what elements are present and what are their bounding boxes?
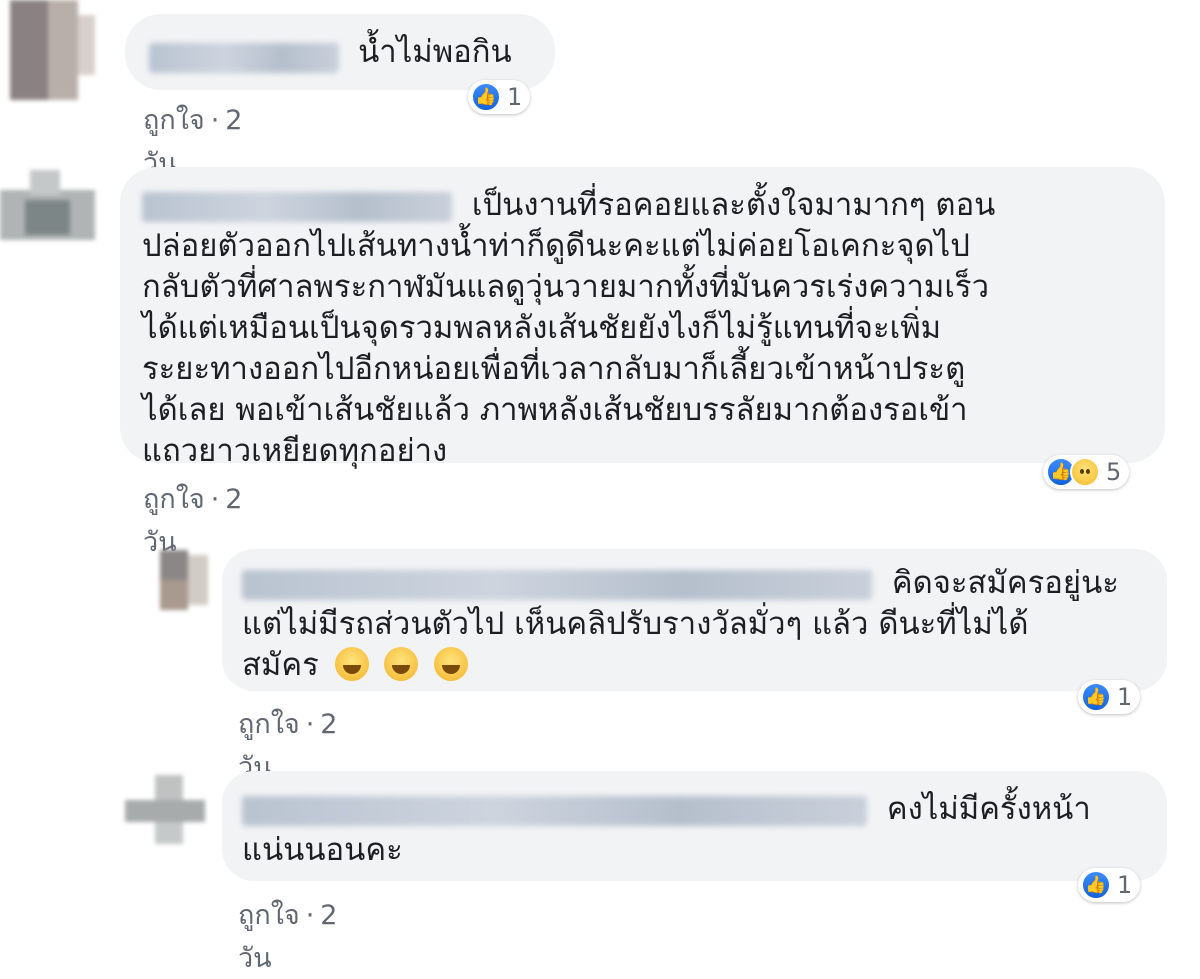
comment-text-line: เป็นงานที่รอคอยและตั้งใจมามากๆ ตอน [471,187,996,223]
comment-text: น้ำไม่พอกิน [358,34,512,70]
comment-text-line: ได้เลย พอเข้าเส้นชัยแล้ว ภาพหลังเส้นชัยบ… [142,392,968,428]
reaction-count: 5 [1106,458,1122,486]
like-icon: 👍 [1081,870,1111,900]
reaction-summary[interactable]: 👍 5 [1043,455,1130,489]
like-link[interactable]: ถูกใจ [143,484,205,515]
comment-bubble: น้ำไม่พอกิน [125,14,555,90]
reaction-summary[interactable]: 👍 1 [468,80,531,114]
like-link[interactable]: ถูกใจ [238,900,300,931]
comment-bubble: เป็นงานที่รอคอยและตั้งใจมามากๆ ตอน ปล่อย… [120,167,1165,469]
commenter-name-blurred[interactable] [242,795,867,826]
sad-reaction-icon [1070,457,1100,487]
comment-text-line: ได้แต่เหมือนเป็นจุดรวมพลหลังเส้นชัยยังไง… [142,310,942,346]
reaction-summary[interactable]: 👍 1 [1078,868,1141,902]
avatar[interactable] [0,165,95,265]
comment-text-line: ระยะทางออกไปอีกหน่อยเพื่อที่เวลากลับมาก็… [142,351,966,387]
grinning-face-emoji [334,647,369,681]
comment-text-line: สมัคร [242,647,319,683]
reaction-summary[interactable]: 👍 1 [1078,680,1141,714]
avatar[interactable] [150,550,215,615]
reaction-count: 1 [1117,871,1133,899]
comment-text-line: คงไม่มีครั้งหน้า [886,791,1091,827]
comment-text-line: ปล่อยตัวออกไปเส้นทางน้ำท่าก็ดูดีนะคะแต่ไ… [142,228,970,264]
comment-text-line: แถวยาวเหยียดทุกอย่าง [142,433,448,469]
reaction-count: 1 [507,83,523,111]
commenter-name-blurred[interactable] [142,191,452,222]
comment-meta: ถูกใจ · 2 วัน [238,900,338,974]
comment-text-line: กลับตัวที่ศาลพระกาฬมันแลดูวุ่นวายมากทั้ง… [142,269,989,305]
comment-text-line: แต่ไม่มีรถส่วนตัวไป เห็นคลิปรับรางวัลมั่… [242,606,1029,642]
grinning-face-emoji [434,647,469,681]
avatar[interactable] [0,0,95,100]
like-icon: 👍 [1081,682,1111,712]
comment-text-line: คิดจะสมัครอยู่นะ [891,565,1119,601]
reaction-count: 1 [1117,683,1133,711]
commenter-name-blurred[interactable] [242,569,872,600]
avatar[interactable] [125,770,205,845]
like-icon: 👍 [471,82,501,112]
comment-text-line: แน่นนอนคะ [242,832,403,868]
comment-bubble: คงไม่มีครั้งหน้า แน่นนอนคะ [222,771,1167,881]
commenter-name-blurred[interactable] [149,42,339,73]
grinning-face-emoji [384,647,419,681]
comment-bubble: คิดจะสมัครอยู่นะ แต่ไม่มีรถส่วนตัวไป เห็… [222,549,1167,691]
like-link[interactable]: ถูกใจ [143,105,205,136]
like-link[interactable]: ถูกใจ [238,709,300,740]
